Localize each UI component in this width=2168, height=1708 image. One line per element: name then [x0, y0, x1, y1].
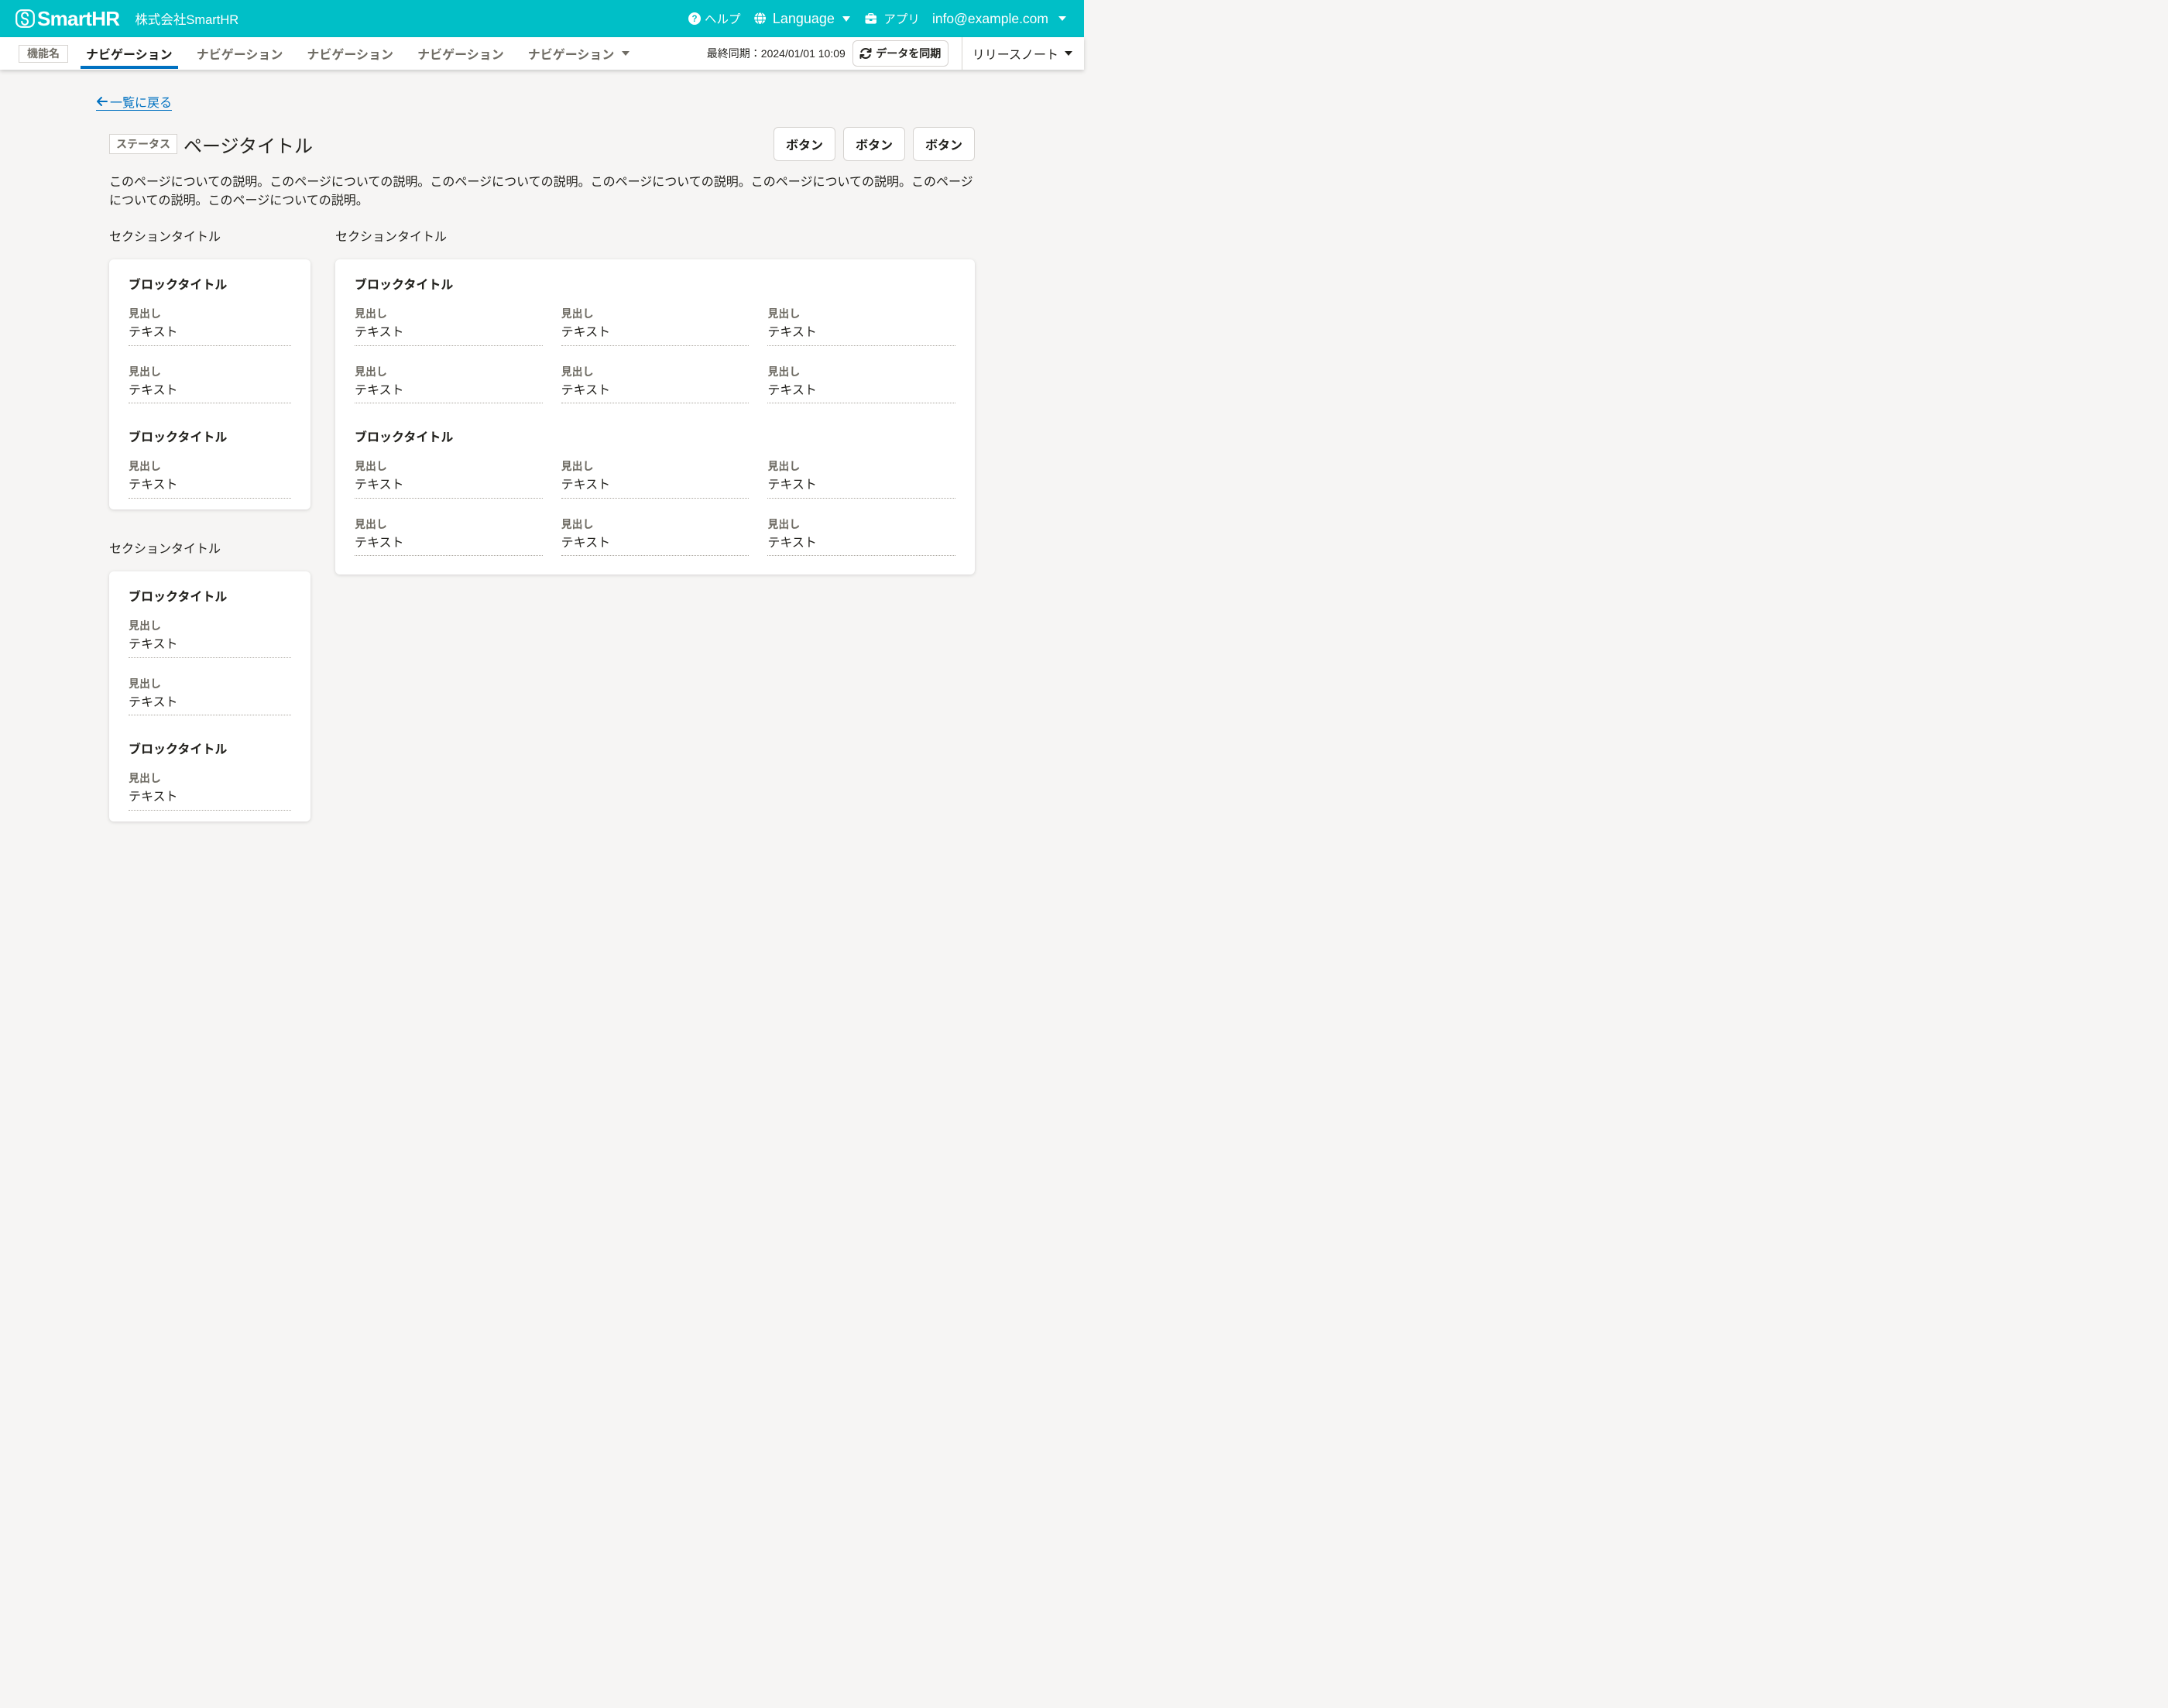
svg-text:?: ?: [692, 15, 698, 24]
